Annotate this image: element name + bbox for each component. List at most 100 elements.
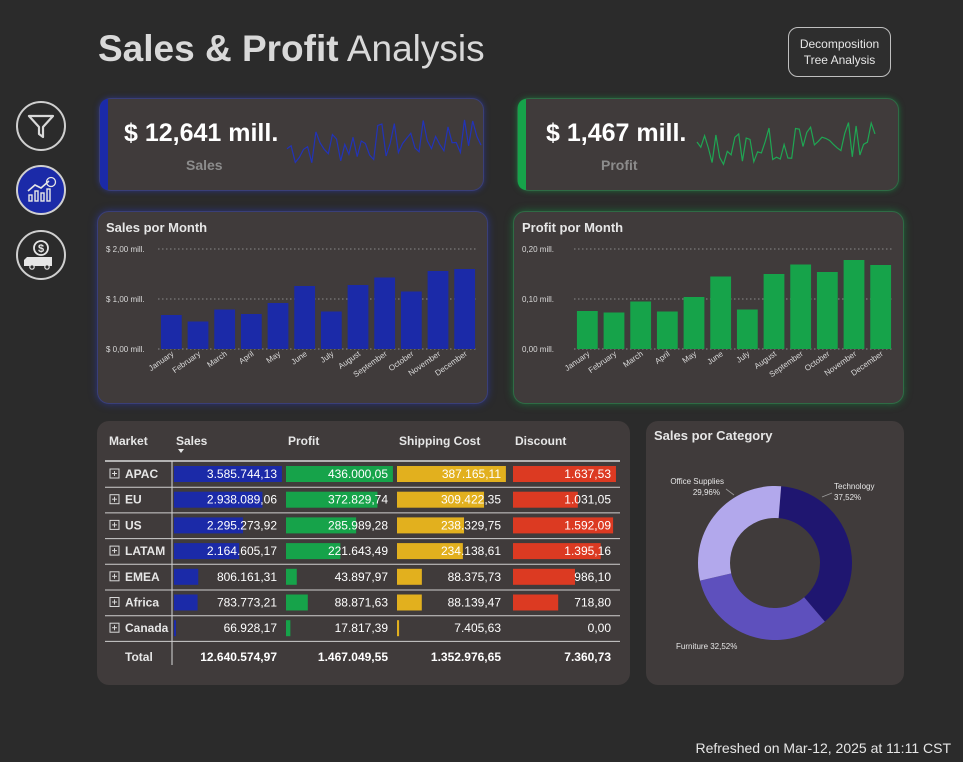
sales-month-xtick-label: April	[237, 349, 255, 366]
sales-cell: 783.773,21	[217, 596, 277, 610]
sales-sparkline	[286, 119, 482, 164]
discount-cell: 718,80	[574, 596, 611, 610]
shipping-cell: 7.405,63	[454, 621, 501, 635]
sales-month-bar[interactable]	[374, 277, 396, 350]
sales-by-month-chart: $ 0,00 mill.$ 1,00 mill.$ 2,00 mill.Janu…	[106, 245, 478, 379]
profit-cell: 43.897,97	[335, 570, 389, 584]
sales-month-bar[interactable]	[400, 291, 422, 350]
profit-month-bar[interactable]	[790, 264, 812, 350]
profit-sparkline	[696, 120, 876, 166]
sales-month-bar[interactable]	[320, 311, 342, 350]
donut-label-office: Office Supplies	[670, 477, 724, 486]
sales-month-bar[interactable]	[240, 314, 262, 349]
column-header[interactable]: Profit	[288, 434, 319, 448]
sales-month-xtick-label: July	[319, 349, 336, 365]
profit-month-bar[interactable]	[816, 272, 838, 349]
svg-text:$: $	[38, 243, 44, 255]
shipping-cell: 88.375,73	[448, 570, 502, 584]
donut-slice[interactable]	[778, 486, 852, 622]
sales-month-ytick-label: $ 2,00 mill.	[106, 245, 145, 254]
column-header[interactable]: Discount	[515, 434, 566, 448]
total-profit: 1.467.049,55	[318, 650, 388, 664]
market-cell: Africa	[125, 596, 159, 610]
sales-month-bar[interactable]	[187, 321, 209, 350]
leader-line	[725, 488, 735, 496]
total-shipping: 1.352.976,65	[431, 650, 501, 664]
profit-month-bar[interactable]	[630, 301, 652, 350]
profit-month-xtick-label: April	[653, 349, 671, 366]
total-discount: 7.360,73	[564, 650, 611, 664]
sales-kpi-accent	[100, 99, 108, 190]
profit-cell: 17.817,39	[335, 621, 389, 635]
profit-month-ytick-label: 0,20 mill.	[522, 245, 554, 254]
table-row[interactable]: US 2.295.273,92 285.989,28 238.329,75 1.592,…	[105, 517, 620, 540]
sales-month-xtick-label: March	[205, 349, 228, 369]
profit-month-bar[interactable]	[576, 311, 598, 349]
sales-month-xtick-label: May	[265, 349, 283, 365]
table-row[interactable]: APAC 3.585.744,13 436.000,05 387.165,11 1.63…	[105, 466, 620, 488]
profit-kpi-card: $ 1,467 mill. Profit	[517, 98, 899, 191]
profit-month-xtick-label: May	[681, 349, 699, 365]
sales-month-xtick-label: June	[289, 349, 309, 367]
leader-line	[821, 492, 833, 498]
table-row[interactable]: EMEA 806.161,31 43.897,97 88.375,73 986,10	[105, 568, 620, 591]
total-sales: 12.640.574,97	[200, 650, 277, 664]
profit-month-bar[interactable]	[843, 260, 865, 349]
market-cell: APAC	[125, 467, 158, 481]
profit-month-bar[interactable]	[656, 311, 678, 350]
profit-cell: 436.000,05	[328, 467, 388, 481]
profit-cell: 221.643,49	[328, 544, 388, 558]
profit-month-bar[interactable]	[603, 312, 625, 350]
profit-month-bar[interactable]	[710, 276, 732, 350]
donut-slice[interactable]	[698, 486, 782, 581]
sales-analysis-nav-button[interactable]	[16, 165, 66, 215]
table-row[interactable]: EU 2.938.089,06 372.829,74 309.422,35 1.031,…	[105, 491, 620, 514]
profit-month-bar[interactable]	[763, 274, 785, 349]
table-row[interactable]: Africa 783.773,21 88.871,63 88.139,47 718,80	[105, 594, 620, 617]
decomposition-tree-button[interactable]: Decomposition Tree Analysis	[788, 27, 891, 77]
discount-cell: 0,00	[588, 621, 612, 635]
sales-cell: 806.161,31	[217, 570, 277, 584]
sales-month-ytick-label: $ 1,00 mill.	[106, 295, 145, 304]
market-table: Market Sales Profit Shipping Cost Discount AP…	[97, 421, 630, 685]
sales-month-bar[interactable]	[427, 271, 449, 349]
sales-month-bar[interactable]	[214, 309, 236, 350]
profit-by-month-chart: 0,00 mill.0,10 mill.0,20 mill.JanuaryFeb…	[522, 245, 894, 379]
delivery-truck-icon: $	[24, 240, 52, 270]
discount-cell: 1.395,16	[564, 544, 611, 558]
discount-databar	[513, 568, 576, 585]
column-header[interactable]: Market	[109, 434, 148, 448]
sales-month-bar[interactable]	[160, 315, 182, 349]
discount-databar	[513, 594, 559, 611]
sales-cell: 66.928,17	[224, 621, 278, 635]
profit-cell: 372.829,74	[328, 493, 388, 507]
column-header[interactable]: Shipping Cost	[399, 434, 480, 448]
donut-label-technology: Technology	[834, 482, 874, 491]
profit-month-bar[interactable]	[736, 309, 758, 350]
sort-desc-icon[interactable]	[178, 449, 184, 453]
sales-databar	[174, 620, 177, 637]
sales-month-bar[interactable]	[454, 269, 476, 349]
sales-month-bar[interactable]	[267, 303, 289, 349]
sales-month-bar[interactable]	[347, 285, 369, 349]
shipping-nav-button[interactable]: $	[16, 230, 66, 280]
sales-month-bar[interactable]	[294, 286, 316, 349]
profit-month-bar[interactable]	[683, 297, 705, 349]
donut-label-furniture: Furniture 32,52%	[676, 642, 737, 651]
sparkline-path	[286, 119, 482, 164]
shipping-cell: 88.139,47	[448, 596, 502, 610]
profit-kpi-accent	[518, 99, 526, 190]
shipping-databar	[397, 594, 422, 611]
sparkline-path	[696, 120, 876, 166]
column-header[interactable]: Sales	[176, 434, 208, 448]
profit-by-month-card: Profit por Month 0,00 mill. 0,10 mill. 0,2…	[513, 211, 904, 404]
profit-databar	[286, 620, 291, 637]
sales-cell: 2.938.089,06	[207, 493, 277, 507]
table-row[interactable]: LATAM 2.164.605,17 221.643,49 234.138,61 1.3…	[105, 543, 620, 565]
filter-button[interactable]	[16, 101, 66, 151]
profit-month-bar[interactable]	[870, 265, 892, 349]
donut-slice[interactable]	[700, 573, 825, 640]
table-row[interactable]: Canada 66.928,17 17.817,39 7.405,63 0,00	[105, 620, 620, 642]
page-title: Sales & Profit Analysis	[98, 28, 485, 70]
market-cell: Canada	[125, 621, 169, 635]
